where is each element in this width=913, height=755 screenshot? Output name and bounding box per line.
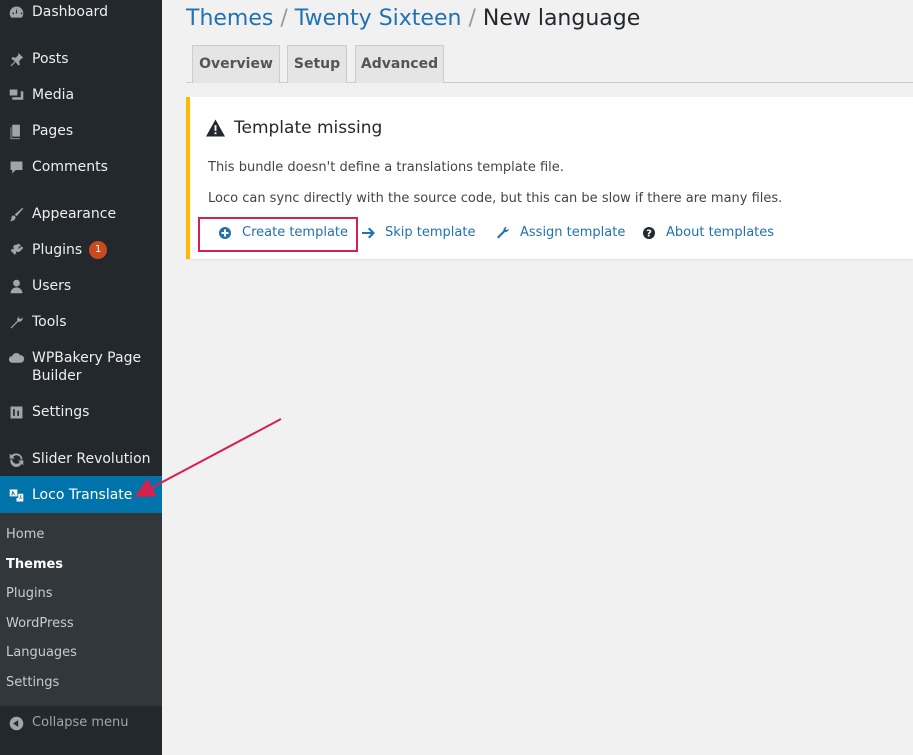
refresh-icon bbox=[0, 450, 32, 468]
menu-settings[interactable]: Settings bbox=[0, 403, 162, 421]
menu-label: Posts bbox=[32, 51, 69, 67]
menu-wpbakery[interactable]: WPBakery Page Builder bbox=[0, 349, 162, 385]
wrench-icon bbox=[497, 226, 509, 239]
submenu-languages[interactable]: Languages bbox=[6, 645, 77, 661]
annotation-highlight-box bbox=[198, 217, 358, 252]
menu-label: Media bbox=[32, 87, 75, 103]
menu-label: Comments bbox=[32, 159, 108, 175]
menu-label: Tools bbox=[32, 314, 67, 330]
admin-sidebar: Dashboard Posts Media Pages Comments App… bbox=[0, 0, 162, 755]
submenu-wordpress[interactable]: WordPress bbox=[6, 616, 74, 632]
menu-label: Pages bbox=[32, 123, 74, 139]
page-title-breadcrumb: Themes / Twenty Sixteen / New language bbox=[186, 4, 640, 34]
svg-text:?: ? bbox=[646, 229, 652, 240]
menu-label: Slider Revolution bbox=[32, 451, 151, 467]
collapse-label: Collapse menu bbox=[32, 715, 129, 730]
help-icon: ? bbox=[643, 227, 655, 240]
submenu-plugins[interactable]: Plugins bbox=[6, 586, 53, 602]
menu-media[interactable]: Media bbox=[0, 86, 162, 104]
menu-label: Dashboard bbox=[32, 4, 108, 20]
notice-text: Loco can sync directly with the source c… bbox=[208, 191, 783, 206]
action-label: Assign template bbox=[520, 225, 626, 240]
user-icon bbox=[0, 277, 32, 295]
cloud-icon bbox=[0, 349, 32, 367]
breadcrumb-themes-link[interactable]: Themes bbox=[186, 6, 273, 31]
menu-label: Settings bbox=[32, 404, 90, 420]
menu-users[interactable]: Users bbox=[0, 277, 162, 295]
menu-label: Plugins 1 bbox=[32, 241, 108, 259]
notice-text: This bundle doesn't define a translation… bbox=[208, 160, 564, 175]
menu-posts[interactable]: Posts bbox=[0, 50, 162, 68]
pin-icon bbox=[0, 50, 32, 68]
translate-icon bbox=[0, 486, 32, 504]
collapse-icon bbox=[0, 714, 32, 732]
menu-comments[interactable]: Comments bbox=[0, 158, 162, 176]
tab-setup[interactable]: Setup bbox=[287, 45, 347, 83]
arrow-right-icon bbox=[362, 227, 375, 239]
action-label: About templates bbox=[666, 225, 775, 240]
submenu-themes[interactable]: Themes bbox=[6, 557, 63, 573]
tab-overview[interactable]: Overview bbox=[192, 45, 280, 83]
breadcrumb-separator: / bbox=[468, 6, 476, 31]
tab-advanced[interactable]: Advanced bbox=[355, 45, 444, 83]
action-label: Skip template bbox=[385, 225, 476, 240]
brush-icon bbox=[0, 205, 32, 223]
breadcrumb-separator: / bbox=[280, 6, 288, 31]
menu-label: Appearance bbox=[32, 206, 117, 222]
menu-label: Loco Translate bbox=[32, 487, 133, 503]
warning-icon bbox=[206, 119, 225, 137]
menu-loco-translate[interactable]: Loco Translate bbox=[0, 486, 162, 504]
pages-icon bbox=[0, 122, 32, 140]
comment-icon bbox=[0, 158, 32, 176]
dashboard-icon bbox=[0, 3, 32, 21]
settings-icon bbox=[0, 403, 32, 421]
menu-plugins[interactable]: Plugins 1 bbox=[0, 241, 162, 259]
menu-pages[interactable]: Pages bbox=[0, 122, 162, 140]
menu-tools[interactable]: Tools bbox=[0, 313, 162, 331]
media-icon bbox=[0, 86, 32, 104]
breadcrumb-current: New language bbox=[482, 6, 641, 31]
collapse-menu-button[interactable]: Collapse menu bbox=[0, 714, 162, 732]
menu-label: WPBakery Page Builder bbox=[32, 350, 142, 384]
submenu-home[interactable]: Home bbox=[6, 527, 44, 543]
loco-submenu: Home Themes Plugins WordPress Languages … bbox=[0, 513, 162, 706]
menu-loco-translate-active[interactable]: Loco Translate bbox=[0, 476, 162, 513]
menu-slider-revolution[interactable]: Slider Revolution bbox=[0, 450, 162, 468]
skip-template-link[interactable]: Skip template bbox=[361, 225, 475, 241]
plugin-icon bbox=[0, 241, 32, 259]
menu-label: Users bbox=[32, 278, 72, 294]
assign-template-link[interactable]: Assign template bbox=[496, 225, 625, 241]
about-templates-link[interactable]: ? About templates bbox=[642, 225, 774, 241]
update-count-badge: 1 bbox=[89, 241, 108, 259]
breadcrumb-theme-link[interactable]: Twenty Sixteen bbox=[295, 6, 462, 31]
submenu-settings[interactable]: Settings bbox=[6, 675, 59, 691]
menu-dashboard[interactable]: Dashboard bbox=[0, 3, 162, 21]
wrench-icon bbox=[0, 313, 32, 331]
menu-appearance[interactable]: Appearance bbox=[0, 205, 162, 223]
notice-title: Template missing bbox=[234, 118, 383, 138]
